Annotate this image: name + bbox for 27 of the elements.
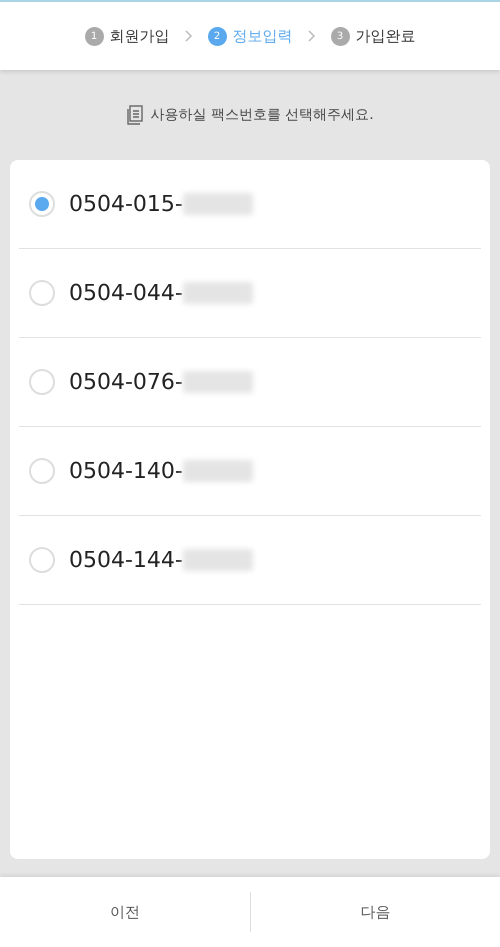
next-button[interactable]: 다음 [250, 892, 500, 932]
radio-button[interactable] [29, 280, 55, 306]
step-number: 3 [330, 26, 350, 46]
previous-button[interactable]: 이전 [0, 892, 250, 932]
radio-button[interactable] [29, 458, 55, 484]
document-icon [126, 105, 144, 125]
fax-number[interactable]: 0504-015- [69, 192, 183, 216]
radio-button[interactable] [29, 191, 55, 217]
redaction-blur [182, 193, 253, 215]
redaction-blur [182, 371, 253, 393]
step-label: 가입완료 [356, 26, 416, 46]
fax-number[interactable]: 0504-140- [69, 458, 183, 484]
redaction-blur [182, 549, 253, 571]
radio-button[interactable] [29, 369, 55, 395]
redaction-blur [182, 282, 253, 304]
instruction-text: 사용하실 팩스번호를 선택해주세요. [150, 106, 374, 124]
step-label: 회원가입 [110, 26, 170, 46]
fax-number[interactable]: 0504-076- [69, 370, 183, 394]
step-number: 2 [208, 26, 226, 46]
fax-number[interactable]: 0504-044- [69, 280, 183, 306]
chevron-right-icon [184, 29, 194, 43]
fax-number[interactable]: 0504-144- [69, 548, 183, 572]
step-number: 1 [84, 26, 104, 46]
redaction-blur [182, 460, 253, 482]
chevron-right-icon [306, 29, 316, 43]
step-label: 정보입력 [232, 26, 292, 46]
radio-button[interactable] [29, 547, 55, 573]
